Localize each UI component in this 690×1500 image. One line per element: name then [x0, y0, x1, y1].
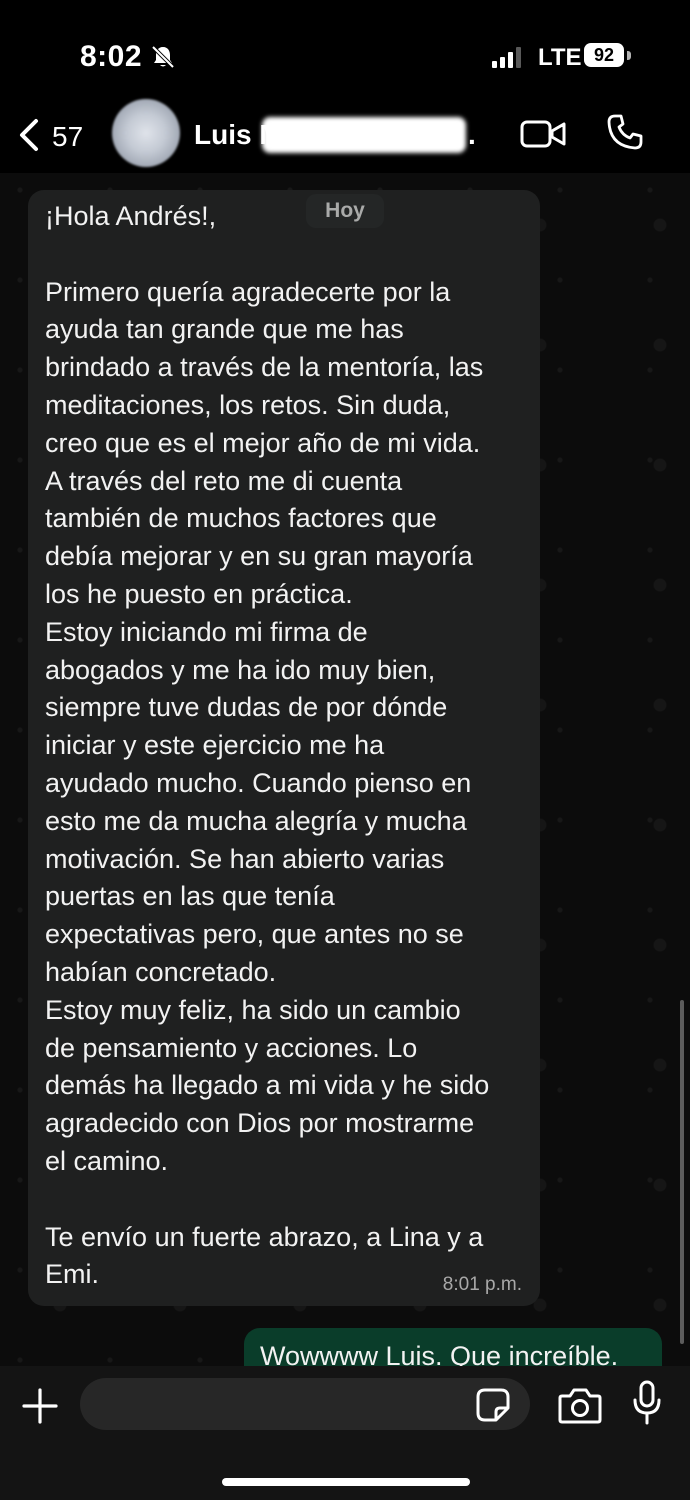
- back-chevron-icon[interactable]: [14, 117, 46, 153]
- redaction-overlay: [262, 117, 466, 153]
- chat-header: 57 Luis Mi .: [0, 95, 690, 173]
- video-call-icon[interactable]: [520, 119, 566, 149]
- message-input[interactable]: [80, 1378, 530, 1430]
- status-bar: 8:02 LTE 92: [0, 0, 690, 110]
- incoming-message-text: ¡Hola Andrés!, Primero quería agradecert…: [45, 201, 490, 1290]
- status-time: 8:02: [80, 40, 143, 73]
- unread-count[interactable]: 57: [52, 121, 83, 153]
- chat-scrollbar[interactable]: [680, 1000, 684, 1344]
- microphone-icon[interactable]: [632, 1380, 662, 1426]
- plus-icon[interactable]: [22, 1388, 58, 1424]
- network-type: LTE: [538, 44, 582, 71]
- bell-slash-icon: [151, 45, 175, 69]
- signal-strength-icon: [492, 46, 521, 68]
- camera-icon[interactable]: [558, 1386, 602, 1424]
- message-timestamp: 8:01 p.m.: [442, 1274, 522, 1295]
- incoming-message-bubble[interactable]: ¡Hola Andrés!, Primero quería agradecert…: [28, 190, 540, 1306]
- voice-call-icon[interactable]: [606, 113, 644, 151]
- date-separator: Hoy: [306, 194, 384, 228]
- sticker-icon[interactable]: [476, 1388, 510, 1422]
- contact-avatar[interactable]: [112, 99, 180, 167]
- battery-indicator: 92: [584, 43, 624, 67]
- contact-name-suffix: .: [468, 119, 476, 150]
- battery-nub: [627, 51, 631, 60]
- home-indicator[interactable]: [222, 1478, 470, 1486]
